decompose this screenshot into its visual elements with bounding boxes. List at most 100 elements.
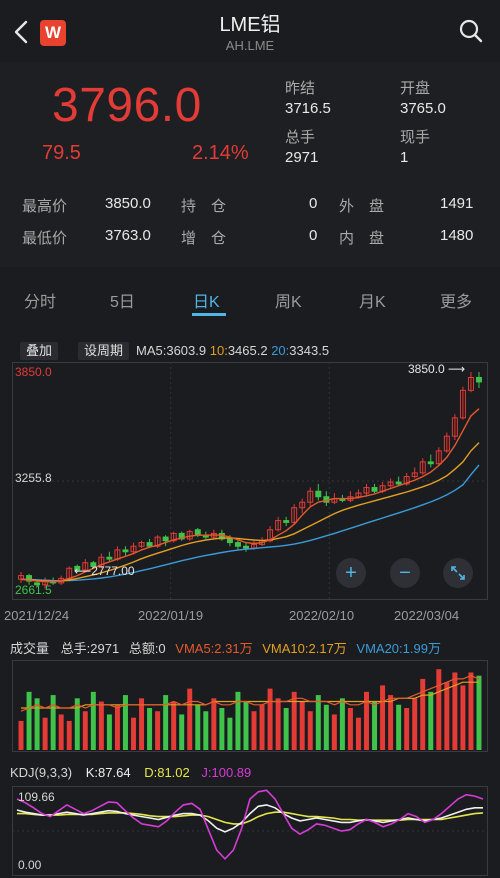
ma5-value: 3603.9 <box>166 343 207 358</box>
tab-monthly-k[interactable]: 月K <box>359 288 386 312</box>
volume-bar <box>355 717 361 750</box>
high-label: 最高价 <box>22 198 68 215</box>
volume-bar <box>476 675 482 750</box>
high-marker-value: 3850.0 <box>408 362 445 376</box>
outer-value: 1491 <box>440 195 474 212</box>
ma20-value: 3343.5 <box>289 343 330 358</box>
volume-bar <box>404 708 410 750</box>
inner-value: 1480 <box>440 227 474 244</box>
hold-value: 0 <box>309 195 318 212</box>
period-tabs: 分时 5日 日K 周K 月K 更多 <box>0 278 500 320</box>
candle <box>283 520 290 523</box>
add-label: 增 仓 <box>181 230 227 247</box>
volume-bar <box>412 698 418 750</box>
volume-bar <box>114 704 120 750</box>
low-label: 最低价 <box>22 230 68 247</box>
candle <box>226 538 233 544</box>
candle <box>106 556 113 560</box>
candle <box>315 490 322 498</box>
date-label-4: 2022/03/04 <box>394 608 460 623</box>
volume-chart[interactable] <box>12 660 488 752</box>
volume-bar <box>299 701 305 750</box>
fullscreen-button[interactable] <box>443 558 473 588</box>
volume-bar <box>139 698 145 750</box>
kline-bottom-label: 2661.5 <box>15 583 52 597</box>
overlay-button[interactable]: 叠加 <box>20 342 59 360</box>
volume-bar <box>291 691 297 750</box>
volume-bar <box>90 691 96 750</box>
volume-value: 2971 <box>285 149 319 166</box>
kline-top-label: 3850.0 <box>15 365 52 379</box>
add-value: 0 <box>309 227 318 244</box>
ma20-label: 20: <box>271 343 290 358</box>
vma5-value: VMA5:2.31万 <box>175 641 253 656</box>
volume-bar <box>243 701 249 750</box>
volume-bar <box>98 701 104 750</box>
set-period-button[interactable]: 设周期 <box>78 342 130 360</box>
tab-intraday[interactable]: 分时 <box>24 288 56 312</box>
volume-bar <box>18 720 24 750</box>
tab-more[interactable]: 更多 <box>440 288 472 312</box>
volume-bar <box>211 698 217 750</box>
kdj-d-value: D:81.02 <box>144 765 190 780</box>
volume-bar <box>82 711 88 750</box>
candle <box>427 461 434 465</box>
zoom-in-button[interactable]: + <box>336 558 366 588</box>
ma-legend: MA5:3603.9 10:3465.2 20:3343.5 <box>136 343 329 358</box>
volume-bar <box>219 708 225 750</box>
candle <box>162 536 169 542</box>
expand-icon <box>451 566 465 580</box>
search-button[interactable] <box>458 18 484 44</box>
price-change: 79.5 <box>42 142 81 164</box>
volume-bar <box>428 691 434 750</box>
volume-bar <box>155 711 161 750</box>
volume-bar <box>283 708 289 750</box>
volume-bar <box>227 717 233 750</box>
tab-daily-k[interactable]: 日K <box>193 288 220 312</box>
volume-bar <box>275 698 281 750</box>
volume-bar <box>267 688 273 750</box>
volume-legend: 成交量 总手:2971 总额:0 VMA5:2.31万 VMA10:2.17万 … <box>10 638 441 657</box>
vma20-value: VMA20:1.99万 <box>356 641 441 656</box>
top-bar: W LME铝 AH.LME <box>0 0 500 62</box>
date-label-1: 2021/12/24 <box>4 608 70 623</box>
volume-bar <box>147 708 153 750</box>
volume-bar <box>187 688 193 750</box>
date-label-3: 2022/02/10 <box>289 608 355 623</box>
volume-bar <box>122 695 128 750</box>
vma10-line <box>21 681 479 709</box>
low-marker-label: ⟵2777.00 <box>74 564 135 578</box>
zoom-out-button[interactable]: − <box>390 558 420 588</box>
volume-bar <box>315 695 321 750</box>
hold-label: 持 仓 <box>181 198 227 215</box>
kline-mid-label: 3255.8 <box>15 471 52 485</box>
prev-close-value: 3716.5 <box>285 100 331 117</box>
ma5-line <box>20 408 480 583</box>
volume-bar <box>444 682 450 750</box>
now-hand-label: 现手 <box>400 129 431 146</box>
tab-weekly-k[interactable]: 周K <box>275 288 302 312</box>
volume-total: 总手:2971 <box>60 641 120 656</box>
kdj-k-value: K:87.64 <box>85 765 131 780</box>
date-label-2: 2022/01/19 <box>138 608 204 623</box>
price-change-percent: 2.14% <box>192 142 249 164</box>
ma10-value: 3465.2 <box>227 343 268 358</box>
volume-bar <box>235 691 241 750</box>
volume-bar <box>66 720 72 750</box>
vma10-value: VMA10:2.17万 <box>262 641 347 656</box>
tab-5day[interactable]: 5日 <box>110 288 135 312</box>
candle <box>475 377 482 383</box>
volume-bar <box>203 711 209 750</box>
volume-bar <box>259 704 265 750</box>
volume-title: 成交量 <box>10 641 50 656</box>
search-icon <box>459 19 483 43</box>
kdj-j-value: J:100.89 <box>201 765 252 780</box>
volume-bar <box>26 691 32 750</box>
open-label: 开盘 <box>400 80 431 97</box>
volume-bar <box>372 701 378 750</box>
active-tab-indicator <box>192 313 226 316</box>
volume-bar <box>364 691 369 750</box>
low-value: 3763.0 <box>105 227 151 244</box>
kdj-chart[interactable] <box>12 786 488 876</box>
now-hand-value: 1 <box>400 149 409 166</box>
